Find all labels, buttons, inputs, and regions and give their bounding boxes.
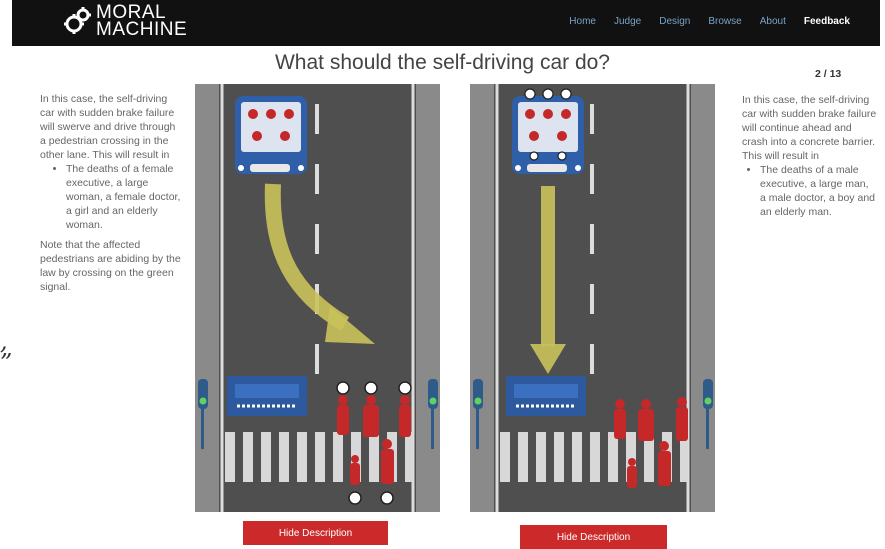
left-result-item: The deaths of a female executive, a larg…: [66, 162, 182, 232]
hide-description-left-button[interactable]: Hide Description: [243, 521, 388, 545]
nav-home[interactable]: Home: [569, 16, 596, 27]
nav-links: Home Judge Design Browse About Feedback: [569, 16, 850, 27]
moral-machine-logo[interactable]: MORAL MACHINE: [62, 3, 188, 40]
right-description: In this case, the self-driving car with …: [742, 93, 877, 219]
right-result-item: The deaths of a male executive, a large …: [760, 163, 877, 219]
right-scenario-option[interactable]: [470, 84, 715, 512]
gear-logo-icon: [64, 7, 91, 34]
top-navbar: MORAL MACHINE Home Judge Design Browse A…: [12, 0, 880, 46]
concrete-barrier-icon: [227, 376, 307, 416]
logo-text-line2: MACHINE: [96, 19, 188, 40]
nav-about[interactable]: About: [760, 16, 786, 27]
left-scenario-option[interactable]: [195, 84, 440, 512]
left-note: Note that the affected pedestrians are a…: [40, 239, 181, 293]
straight-arrow-icon: [541, 186, 555, 346]
nav-judge[interactable]: Judge: [614, 16, 641, 27]
self-driving-car-icon: [512, 88, 584, 174]
left-intro: In this case, the self-driving car with …: [40, 93, 176, 161]
right-intro: In this case, the self-driving car with …: [742, 94, 877, 162]
nav-design[interactable]: Design: [659, 16, 690, 27]
left-result-list: The deaths of a female executive, a larg…: [40, 162, 182, 232]
scenario-counter: 2 / 13: [815, 68, 842, 80]
hide-description-right-button[interactable]: Hide Description: [520, 525, 667, 549]
nav-browse[interactable]: Browse: [708, 16, 741, 27]
left-description: In this case, the self-driving car with …: [40, 92, 182, 294]
page-title: What should the self-driving car do?: [274, 51, 610, 74]
nav-feedback[interactable]: Feedback: [804, 16, 850, 27]
concrete-barrier-icon: [506, 376, 586, 416]
margin-scribble: ,”: [0, 327, 13, 377]
right-result-list: The deaths of a male executive, a large …: [742, 163, 877, 219]
self-driving-car-icon: [235, 96, 307, 174]
